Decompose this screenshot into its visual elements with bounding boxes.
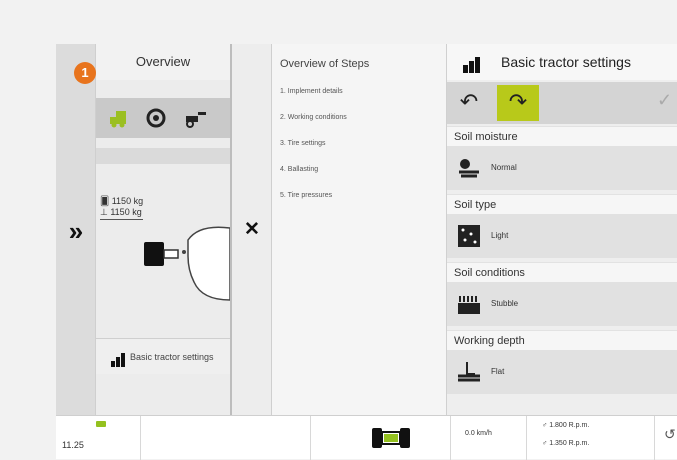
- soil-type-selector[interactable]: Light: [447, 214, 677, 258]
- left-expand-strip: »: [56, 44, 96, 415]
- ballast-weights: 🂠 1150 kg ⊥ 1150 kg: [100, 196, 144, 220]
- overview-separator-bar: [96, 148, 230, 164]
- steps-panel: Overview of Steps 1. Implement details 2…: [272, 44, 446, 415]
- rear-weight: ⊥ 1150 kg: [100, 207, 144, 220]
- soil-moisture-label: Soil moisture: [447, 126, 677, 146]
- engine-rpm-readout: ♂ 1.800 R.p.m.: [542, 422, 590, 429]
- step-number-badge: 1: [74, 62, 96, 84]
- status-divider: [450, 416, 451, 460]
- status-bar: 11.25 0.0 km/h ♂ 1.800 R.p.m. ♂ 1.350 R.…: [56, 415, 677, 460]
- forward-arrow-icon[interactable]: ↷: [497, 85, 539, 121]
- basic-tractor-settings-summary[interactable]: Basic tractor settings: [96, 338, 230, 374]
- step-item[interactable]: 3. Tire settings: [280, 140, 326, 147]
- tractor-terminal-screen: » Overview 🂠 1150 kg ⊥ 1150 kg Basic tra…: [56, 44, 677, 415]
- speed-readout: 0.0 km/h: [465, 430, 492, 437]
- navigation-row: ↶ ↷ ✓: [447, 82, 677, 124]
- settings-title: Basic tractor settings: [501, 54, 631, 70]
- step-item[interactable]: 4. Ballasting: [280, 166, 318, 173]
- tractor-top-view-icon[interactable]: [370, 426, 414, 455]
- steps-title: Overview of Steps: [280, 58, 370, 70]
- close-strip: ✕: [230, 44, 272, 415]
- clock-time: 11.25: [62, 440, 84, 450]
- soil-type-label: Soil type: [447, 194, 677, 214]
- front-weight: 🂠 1150 kg: [100, 196, 144, 206]
- battery-icon: [96, 421, 106, 427]
- rpm-icon: ♂: [542, 440, 548, 447]
- confirm-check-icon[interactable]: ✓: [657, 90, 672, 111]
- step-item[interactable]: 1. Implement details: [280, 88, 343, 95]
- seed-drill-icon[interactable]: [108, 108, 132, 133]
- status-divider: [140, 416, 141, 460]
- step-item[interactable]: 2. Working conditions: [280, 114, 347, 121]
- basic-settings-icon: [110, 348, 126, 374]
- working-depth-selector[interactable]: Flat: [447, 350, 677, 394]
- overview-icon-row: [96, 98, 230, 138]
- settings-header: Basic tractor settings: [447, 44, 677, 80]
- settings-panel: Basic tractor settings ↶ ↷ ✓ Soil moistu…: [446, 44, 677, 415]
- pto-rpm-readout: ♂ 1.350 R.p.m.: [542, 440, 590, 447]
- status-divider: [654, 416, 655, 460]
- close-icon[interactable]: ✕: [242, 220, 262, 240]
- tractor-side-illustration: [144, 220, 234, 315]
- soil-moisture-selector[interactable]: Normal: [447, 146, 677, 190]
- status-divider: [526, 416, 527, 460]
- tab-overview[interactable]: Overview: [96, 44, 230, 80]
- tractor-ballast-icon[interactable]: [184, 108, 208, 133]
- tire-icon[interactable]: [146, 108, 166, 133]
- expand-chevron-icon[interactable]: »: [60, 216, 92, 248]
- status-divider: [310, 416, 311, 460]
- back-arrow-icon[interactable]: ↶: [451, 85, 487, 121]
- soil-conditions-selector[interactable]: Stubble: [447, 282, 677, 326]
- rpm-icon: ♂: [542, 422, 548, 429]
- soil-conditions-label: Soil conditions: [447, 262, 677, 282]
- working-depth-label: Working depth: [447, 330, 677, 350]
- working-depth-icon: [457, 360, 481, 404]
- rotate-icon[interactable]: ↺: [664, 426, 676, 443]
- step-item[interactable]: 5. Tire pressures: [280, 192, 332, 199]
